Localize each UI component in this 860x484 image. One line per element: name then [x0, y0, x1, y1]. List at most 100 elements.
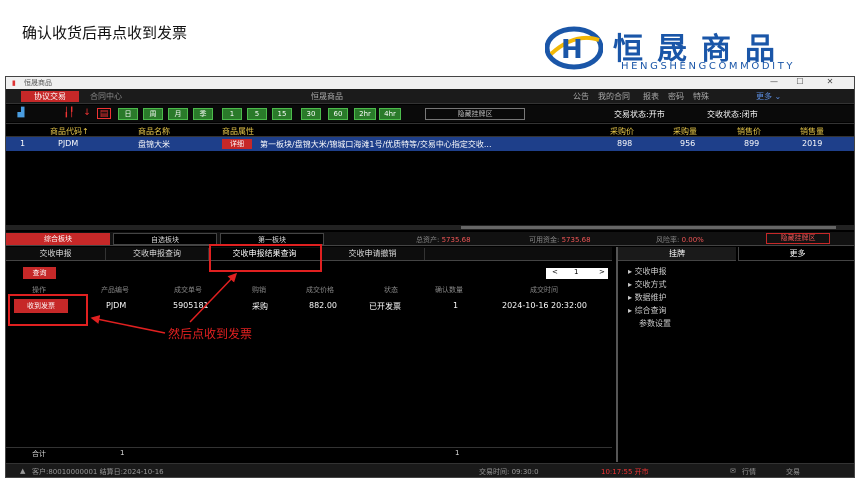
menu-delivery-method-label: 交收方式 — [634, 280, 667, 289]
col-sell-price[interactable]: 销售价 — [737, 126, 761, 137]
menu-notice[interactable]: 公告 — [573, 91, 589, 102]
trading-app-window: ▮ 恒晟商品 — ☐ ✕ 协议交易 合同中心 恒晟商品 公告 我的合同 报表 密… — [5, 76, 855, 478]
period-button-周[interactable]: 周 — [143, 108, 163, 120]
chart-toolbar: ▟ ╽╿ ↓ ▤ 日周月季 1 5 15 30 60 2hr 4hr 隐藏挂牌区 交易状态:开… — [6, 105, 854, 122]
pager: < 1 > — [546, 268, 608, 279]
col-deal-price: 成交价格 — [306, 286, 334, 294]
menu-special[interactable]: 特殊 — [693, 91, 709, 102]
tab-listing[interactable]: 挂牌 — [618, 247, 736, 261]
tab-delivery-cancel[interactable]: 交收申请撤销 — [321, 248, 425, 260]
bar-chart-icon[interactable]: ▟ — [14, 108, 28, 119]
down-arrow-icon[interactable]: ↓ — [80, 108, 94, 119]
menu-my-contract[interactable]: 我的合同 — [598, 91, 630, 102]
result-status: 已开发票 — [369, 302, 401, 311]
app-icon: ▮ — [12, 79, 16, 87]
menu-delivery-declare-label: 交收申报 — [634, 267, 667, 276]
period-button-30[interactable]: 30 — [301, 108, 321, 120]
available-funds-value: 5735.68 — [561, 236, 591, 244]
risk-rate-label: 风险率: — [656, 236, 680, 244]
row-buy-qty: 956 — [680, 139, 696, 148]
period-button-月[interactable]: 月 — [168, 108, 188, 120]
clock: 10:17:55 开市 — [601, 468, 649, 476]
trade-status: 交易状态:开市 — [614, 110, 665, 119]
calendar-icon[interactable]: ▤ — [97, 108, 111, 119]
total-assets-value: 5735.68 — [441, 236, 471, 244]
row-index: 1 — [20, 139, 26, 148]
close-button[interactable]: ✕ — [818, 77, 842, 89]
menu-report[interactable]: 报表 — [643, 91, 659, 102]
minimize-button[interactable]: — — [762, 77, 786, 89]
tab-watchlist-board[interactable]: 自选板块 — [113, 233, 217, 245]
menu-password[interactable]: 密码 — [668, 91, 684, 102]
total-assets-label: 总资产: — [416, 236, 440, 244]
period-button-4hr[interactable]: 4hr — [379, 108, 401, 120]
row-sell-price: 899 — [744, 139, 760, 148]
menu-more[interactable]: 更多 ⌄ — [756, 91, 781, 102]
col-sell-qty[interactable]: 销售量 — [800, 126, 824, 137]
window-titlebar: ▮ 恒晟商品 — ☐ ✕ — [6, 77, 854, 89]
totals-label: 合计 — [32, 450, 46, 458]
quote-table-header: 商品代码↑ 商品名称 商品属性 采购价 采购量 销售价 销售量 — [6, 123, 854, 137]
tab-delivery-query[interactable]: 交收申报查询 — [106, 248, 209, 260]
result-side: 采购 — [252, 302, 268, 311]
tab-contract-center[interactable]: 合同中心 — [90, 91, 122, 102]
trade-time: 交易时间: 09:30:0 — [479, 468, 539, 476]
user-icon: ▲ — [20, 467, 26, 475]
menu-data-maintenance-label: 数据维护 — [634, 293, 667, 302]
tab-agreement-trade[interactable]: 协议交易 — [21, 91, 79, 102]
logo-english-text: HENGSHENGCOMMODITY — [621, 61, 796, 72]
col-attr[interactable]: 商品属性 — [222, 126, 254, 137]
col-product-no: 产品编号 — [101, 286, 129, 294]
menu-delivery-method[interactable]: ▸ 交收方式 — [628, 279, 667, 290]
slide-title: 确认收货后再点收到发票 — [22, 24, 188, 42]
col-name[interactable]: 商品名称 — [138, 126, 170, 137]
delivery-status: 交收状态:闭市 — [707, 110, 758, 119]
row-code: PJDM — [58, 139, 79, 148]
menu-param-settings[interactable]: 参数设置 — [639, 318, 671, 329]
candlestick-icon[interactable]: ╽╿ — [62, 108, 76, 119]
available-funds: 可用资金: 5735.68 — [529, 235, 591, 245]
period-button-1[interactable]: 1 — [222, 108, 242, 120]
col-buy-price[interactable]: 采购价 — [610, 126, 634, 137]
table-row[interactable]: 1 PJDM 盘锦大米 详细 第一板块/盘锦大米/锦城口海滩1号/优质特等/交易… — [6, 137, 854, 151]
tab-more[interactable]: 更多 — [738, 247, 854, 261]
pager-prev-button[interactable]: < — [552, 268, 558, 276]
pager-page-number[interactable]: 1 — [574, 268, 578, 276]
pager-next-button[interactable]: > — [599, 268, 605, 276]
logo-mark-icon: H — [545, 26, 603, 70]
result-order-no: 5905181 — [173, 301, 209, 310]
period-button-日[interactable]: 日 — [118, 108, 138, 120]
quotes-icon[interactable]: ✉ — [730, 467, 736, 475]
menu-data-maintenance[interactable]: ▸ 数据维护 — [628, 292, 667, 303]
period-button-5[interactable]: 5 — [247, 108, 267, 120]
period-button-15[interactable]: 15 — [272, 108, 292, 120]
period-button-60[interactable]: 60 — [328, 108, 348, 120]
col-deal-time: 成交时间 — [530, 286, 558, 294]
window-title: 恒晟商品 — [24, 79, 52, 87]
quotes-link[interactable]: 行情 — [742, 467, 756, 477]
query-button[interactable]: 查询 — [23, 267, 56, 279]
detail-button[interactable]: 详细 — [222, 139, 252, 149]
hide-listing-button-2[interactable]: 隐藏挂牌区 — [766, 233, 830, 244]
totals-row: 合计 1 1 — [6, 447, 612, 458]
row-buy-price: 898 — [617, 139, 633, 148]
highlight-tab-box — [209, 244, 322, 272]
result-time: 2024-10-16 20:32:00 — [502, 301, 587, 310]
menubar-title: 恒晟商品 — [311, 92, 343, 101]
col-code[interactable]: 商品代码↑ — [50, 126, 89, 137]
menu-composite-query[interactable]: ▸ 综合查询 — [628, 305, 667, 316]
col-buy-qty[interactable]: 采购量 — [673, 126, 697, 137]
col-order-no: 成交单号 — [174, 286, 202, 294]
tab-delivery-declare[interactable]: 交收申报 — [6, 248, 106, 260]
period-button-2hr[interactable]: 2hr — [354, 108, 376, 120]
horizontal-scrollbar[interactable] — [6, 225, 854, 230]
scrollbar-thumb[interactable] — [461, 226, 836, 229]
menu-composite-query-label: 综合查询 — [634, 306, 667, 315]
trade-link[interactable]: 交易 — [786, 467, 800, 477]
menu-delivery-declare[interactable]: ▸ 交收申报 — [628, 266, 667, 277]
hide-listing-button[interactable]: 隐藏挂牌区 — [425, 108, 525, 120]
maximize-button[interactable]: ☐ — [788, 77, 812, 89]
total-assets: 总资产: 5735.68 — [416, 235, 471, 245]
tab-composite-board[interactable]: 综合板块 — [6, 233, 110, 245]
period-button-季[interactable]: 季 — [193, 108, 213, 120]
